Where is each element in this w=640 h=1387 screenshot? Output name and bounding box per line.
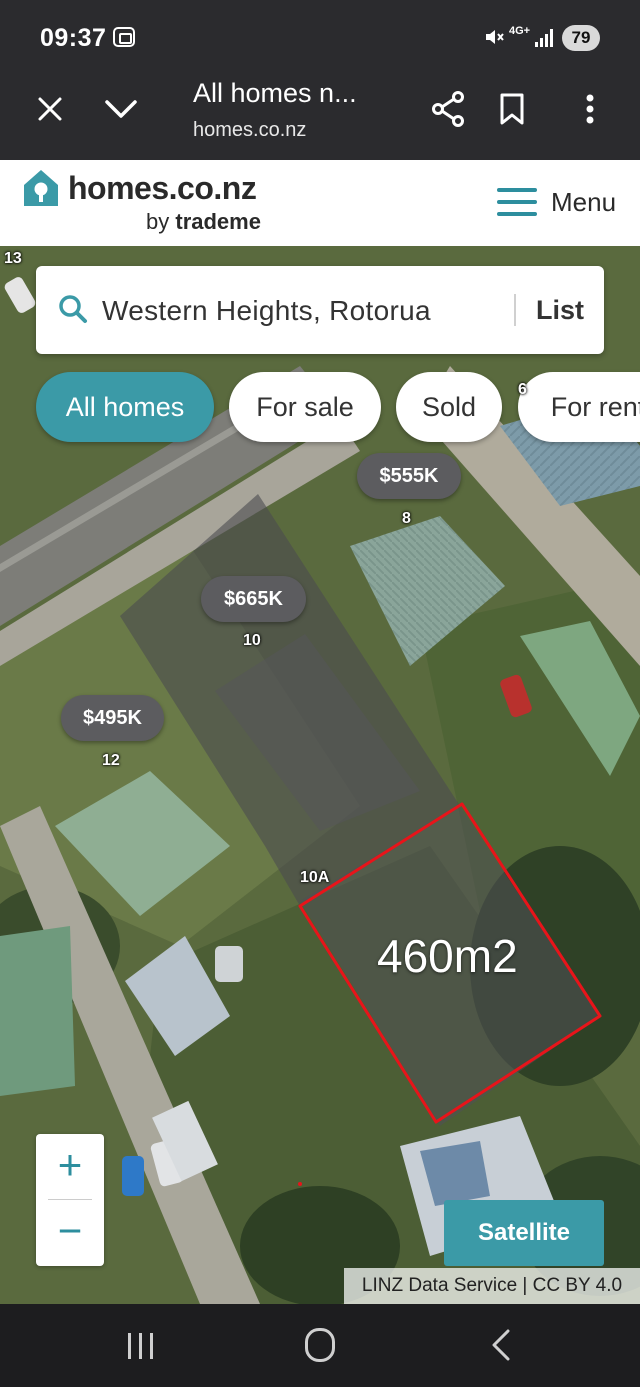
close-icon[interactable] — [32, 78, 68, 140]
menu-button[interactable]: Menu — [551, 187, 616, 218]
map-attribution[interactable]: LINZ Data Service | CC BY 4.0 — [344, 1268, 640, 1304]
street-number-label: 10A — [300, 869, 330, 886]
hamburger-menu-icon[interactable] — [497, 188, 537, 216]
search-divider — [514, 294, 516, 326]
share-icon[interactable] — [430, 78, 466, 140]
filter-all-homes[interactable]: All homes — [36, 372, 214, 442]
system-navigation-bar — [0, 1304, 640, 1387]
network-indicator: 4G+ — [509, 25, 531, 37]
recent-apps-icon[interactable] — [128, 1333, 154, 1359]
back-icon[interactable] — [486, 1328, 516, 1362]
status-time: 09:37 — [40, 24, 107, 52]
site-header: homes.co.nz by trademe Menu — [0, 160, 640, 246]
price-marker[interactable]: $665K — [201, 576, 306, 622]
chevron-down-icon[interactable] — [102, 78, 140, 140]
status-bar: 09:37 4G+ 79 — [0, 0, 640, 78]
list-view-button[interactable]: List — [536, 295, 584, 326]
filter-sold[interactable]: Sold — [396, 372, 502, 442]
search-icon — [58, 294, 88, 324]
browser-url[interactable]: homes.co.nz — [193, 119, 306, 142]
street-number-label: 13 — [4, 250, 22, 267]
mute-icon — [483, 26, 505, 54]
price-marker[interactable]: $495K — [61, 695, 164, 741]
screenshot-icon — [113, 27, 135, 47]
filter-for-rent[interactable]: For rent — [518, 372, 640, 442]
area-annotation: 460m2 — [377, 930, 518, 982]
search-input[interactable]: Western Heights, Rotorua — [102, 295, 431, 327]
browser-page-title: All homes n... — [193, 78, 357, 108]
zoom-in-button[interactable]: + — [36, 1134, 104, 1200]
more-options-icon[interactable] — [578, 78, 602, 140]
zoom-controls: + − — [36, 1134, 104, 1266]
site-logo-subtitle: by trademe — [146, 209, 261, 235]
bookmark-icon[interactable] — [496, 78, 528, 140]
homes-logo-icon[interactable] — [22, 168, 60, 208]
price-marker[interactable]: $555K — [357, 453, 461, 499]
battery-indicator: 79 — [562, 25, 600, 51]
zoom-out-button[interactable]: − — [36, 1200, 104, 1266]
site-logo-text[interactable]: homes.co.nz — [68, 170, 257, 207]
logo-by: by — [146, 209, 170, 234]
street-number-label: 6 — [518, 381, 527, 398]
property-number-label: 10 — [243, 632, 261, 649]
logo-brand: trademe — [175, 209, 261, 234]
signal-icon — [535, 29, 555, 47]
home-icon[interactable] — [305, 1328, 335, 1362]
satellite-map[interactable]: Western Heights, Rotorua List All homes … — [0, 246, 640, 1304]
browser-toolbar: All homes n... homes.co.nz — [0, 78, 640, 160]
property-number-label: 12 — [102, 752, 120, 769]
satellite-toggle-button[interactable]: Satellite — [444, 1200, 604, 1266]
property-number-label: 8 — [402, 510, 411, 527]
filter-for-sale[interactable]: For sale — [229, 372, 381, 442]
location-search-bar[interactable]: Western Heights, Rotorua List — [36, 266, 604, 354]
